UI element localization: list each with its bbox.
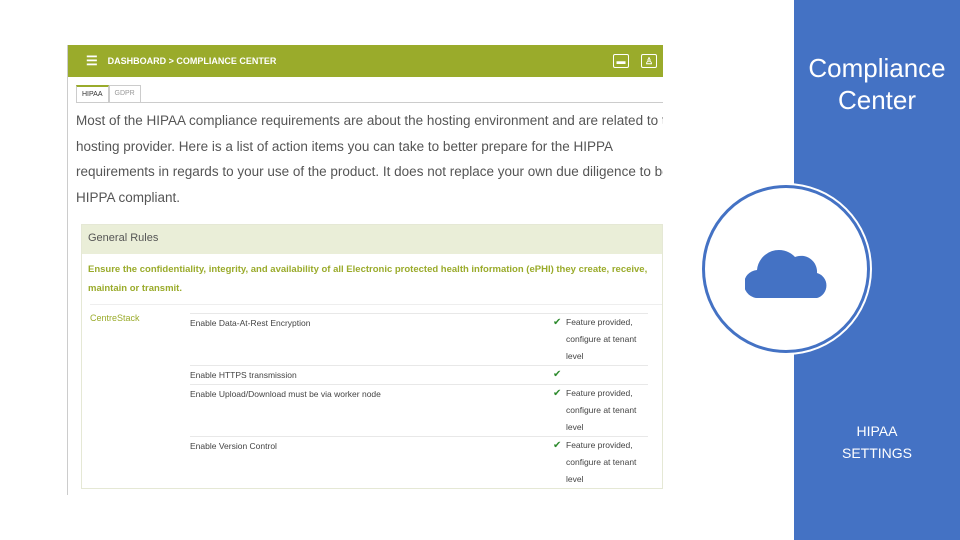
item-status: Feature provided, configure at tenant le…: [566, 440, 637, 484]
tab-gdpr[interactable]: GDPR: [108, 85, 141, 102]
menu-icon[interactable]: ☰: [86, 53, 98, 69]
panel-title: General Rules: [82, 225, 662, 254]
item-status: Feature provided, configure at tenant le…: [566, 388, 637, 432]
item-name: Enable Data-At-Rest Encryption: [190, 318, 311, 328]
side-panel: Compliance Center HIPAA SETTINGS: [702, 0, 960, 540]
image-icon[interactable]: ▬: [613, 54, 629, 68]
tab-bar: HIPAA GDPR: [76, 85, 663, 103]
intro-text: Most of the HIPAA compliance requirement…: [76, 113, 663, 205]
check-icon: ✔: [553, 388, 562, 399]
table-row: Enable HTTPS transmission ✔: [190, 365, 648, 384]
slide-title: Compliance Center: [808, 53, 946, 115]
label-settings: SETTINGS: [841, 445, 912, 461]
general-rules-panel: General Rules Ensure the confidentiality…: [81, 224, 663, 489]
item-name: Enable Upload/Download must be via worke…: [190, 389, 381, 399]
check-icon: ✔: [553, 317, 562, 328]
provider-name: CentreStack: [90, 313, 140, 323]
table-row: Enable Data-At-Rest Encryption ✔ Feature p…: [190, 313, 648, 365]
item-name: Enable Version Control: [190, 441, 277, 451]
top-bar: ☰ DASHBOARD > COMPLIANCE CENTER ▬ ♙: [68, 45, 663, 77]
item-status: Feature provided, configure at tenant le…: [566, 317, 637, 361]
cloud-circle: [702, 185, 870, 353]
cloud-icon: [745, 250, 827, 298]
table-row: Enable Version Control ✔ Feature provided,…: [190, 436, 648, 488]
item-status: [566, 366, 646, 384]
item-name: Enable HTTPS transmission: [190, 370, 297, 380]
user-icon[interactable]: ♙: [641, 54, 657, 68]
label-hipaa: HIPAA: [856, 423, 898, 439]
table-row: Enable Upload/Download must be via worke…: [190, 384, 648, 436]
check-icon: ✔: [553, 369, 562, 380]
breadcrumb: DASHBOARD > COMPLIANCE CENTER: [107, 56, 277, 66]
check-icon: ✔: [553, 440, 562, 451]
tab-hipaa[interactable]: HIPAA: [76, 85, 109, 102]
rule-text: Ensure the confidentiality, integrity, a…: [88, 264, 648, 294]
app-screenshot: ☰ DASHBOARD > COMPLIANCE CENTER ▬ ♙ HIPAA…: [67, 45, 663, 495]
